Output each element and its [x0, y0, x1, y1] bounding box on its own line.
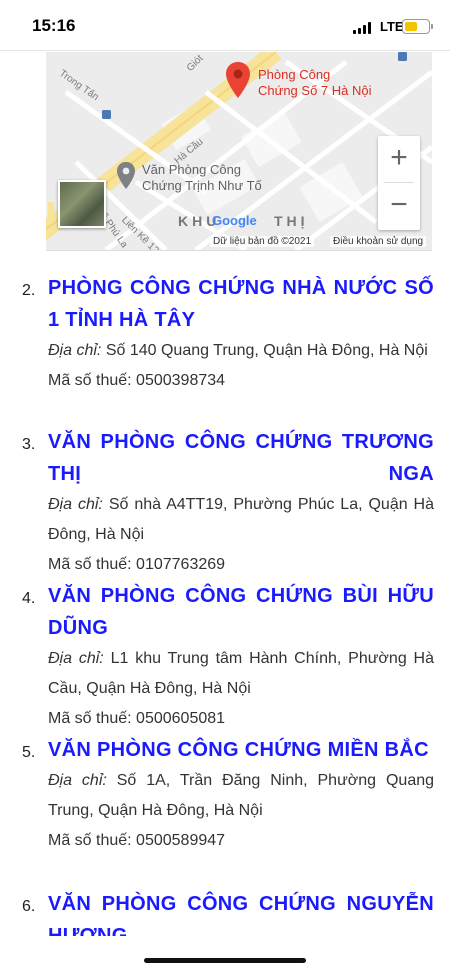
status-time: 15:16 — [32, 16, 76, 35]
battery-icon — [402, 19, 433, 34]
tax-code: Mã số thuế: 0500605081 — [48, 710, 226, 727]
map-terms-link[interactable]: Điều khoản sử dụng — [330, 236, 427, 247]
map-pin-icon[interactable] — [226, 62, 250, 98]
item-number: 3. — [22, 436, 36, 453]
status-bar: 15:16 LTE — [0, 0, 450, 50]
address: Địa chỉ: Số nhà A4TT19, Phường Phúc La, … — [48, 496, 435, 543]
list-item: 2. PHÒNG CÔNG CHỨNG NHÀ NƯỚC SỐ 1 TỈNH H… — [20, 272, 434, 426]
network-label: LTE — [380, 19, 404, 34]
google-logo: Google — [212, 213, 257, 228]
address: Địa chỉ: Số 1A, Trần Đăng Ninh, Phường Q… — [48, 772, 435, 819]
bottom-safe-area — [0, 936, 450, 974]
item-number: 2. — [22, 282, 36, 299]
tax-code: Mã số thuế: 0500589947 — [48, 832, 226, 849]
list-item: 5. VĂN PHÒNG CÔNG CHỨNG MIỀN BẮC Địa chỉ… — [20, 734, 434, 888]
place-marker-icon[interactable] — [117, 162, 135, 189]
office-list: 2. PHÒNG CÔNG CHỨNG NHÀ NƯỚC SỐ 1 TỈNH H… — [20, 272, 434, 948]
office-title-link[interactable]: VĂN PHÒNG CÔNG CHỨNG BÙI HỮU DŨNG — [48, 580, 434, 644]
item-number: 4. — [22, 590, 36, 607]
zoom-controls: + − — [378, 136, 420, 230]
zoom-in-button[interactable]: + — [378, 136, 420, 182]
item-number: 6. — [22, 898, 36, 915]
list-item: 4. VĂN PHÒNG CÔNG CHỨNG BÙI HỮU DŨNG Địa… — [20, 580, 434, 734]
address: Địa chỉ: Số 140 Quang Trung, Quận Hà Đôn… — [48, 342, 428, 359]
area-label: THỊ — [274, 213, 309, 229]
tax-code: Mã số thuế: 0107763269 — [48, 556, 226, 573]
tax-code: Mã số thuế: 0500398734 — [48, 372, 226, 389]
home-indicator[interactable] — [144, 958, 306, 963]
map-attribution: Dữ liệu bản đồ ©2021 — [210, 236, 315, 247]
zoom-out-button[interactable]: − — [378, 183, 420, 229]
address: Địa chỉ: L1 khu Trung tâm Hành Chính, Ph… — [48, 650, 435, 697]
signal-icon — [353, 22, 373, 34]
list-item: 3. VĂN PHÒNG CÔNG CHỨNG TRƯƠNG THỊ NGA Đ… — [20, 426, 434, 580]
satellite-toggle-thumbnail[interactable] — [58, 180, 106, 228]
office-title-link[interactable]: PHÒNG CÔNG CHỨNG NHÀ NƯỚC SỐ 1 TỈNH HÀ T… — [48, 272, 434, 336]
divider — [0, 50, 450, 51]
office-title-link[interactable]: VĂN PHÒNG CÔNG CHỨNG TRƯƠNG THỊ NGA — [48, 426, 434, 490]
office-title-link[interactable]: VĂN PHÒNG CÔNG CHỨNG MIỀN BẮC — [48, 734, 434, 766]
place-label[interactable]: Văn Phòng Công Chứng Trịnh Như Tố — [142, 162, 262, 194]
map-pin-label[interactable]: Phòng Công Chứng Số 7 Hà Nội — [258, 67, 371, 99]
item-number: 5. — [22, 744, 36, 761]
map[interactable]: Trong Tấn Giót Hà Cầu Phố Phú La Liên Kề… — [46, 52, 432, 251]
